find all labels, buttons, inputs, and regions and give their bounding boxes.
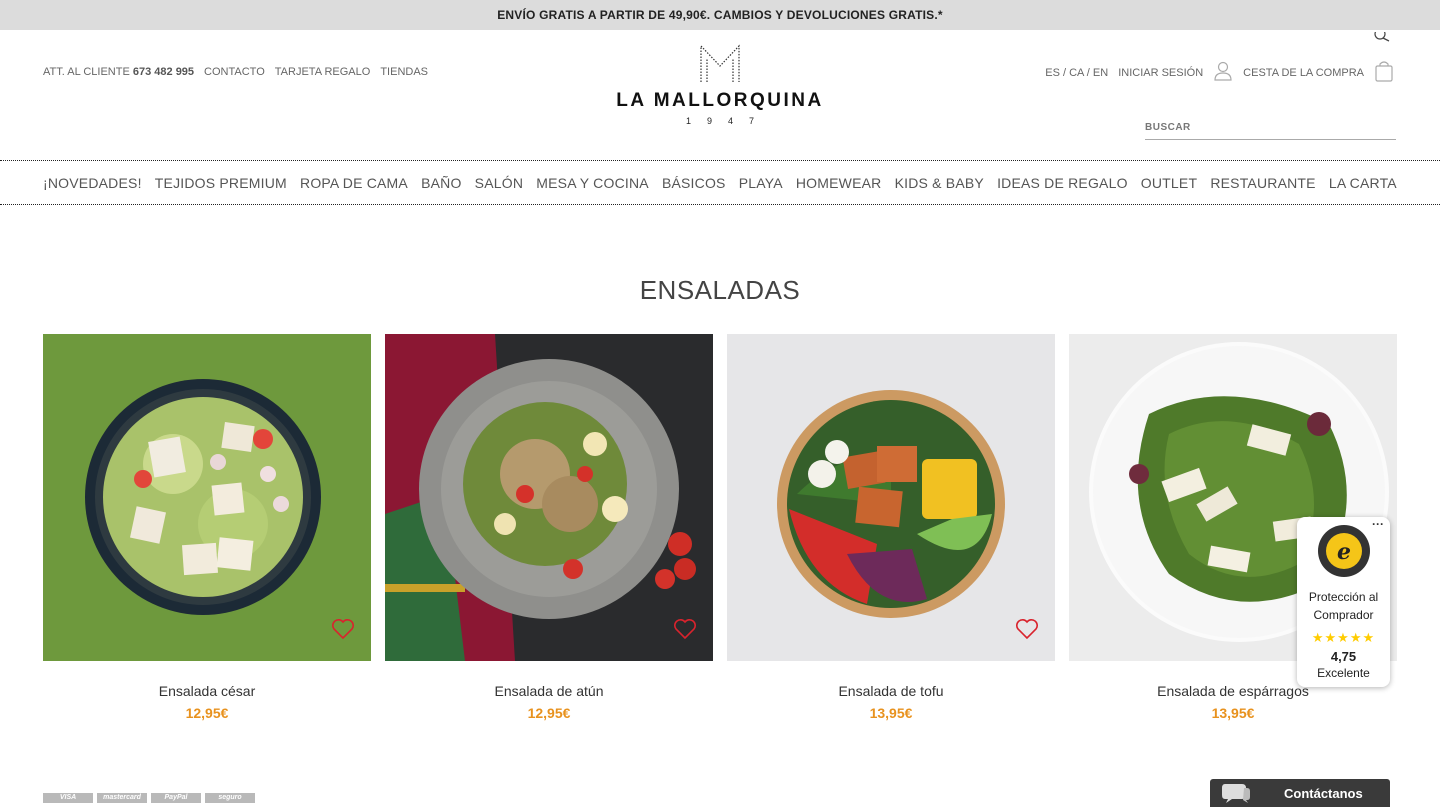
site-logo[interactable]: LA MALLORQUINA 1947 (600, 44, 840, 136)
trust-label: Protección al Comprador (1308, 590, 1379, 622)
nav-item-tejidos-premium[interactable]: TEJIDOS PREMIUM (155, 175, 287, 191)
nav-item-kids-baby[interactable]: KIDS & BABY (895, 175, 984, 191)
language-selector[interactable]: ES / CA / EN (1045, 67, 1108, 79)
rating-stars: ★★★★★ (1311, 630, 1376, 645)
product-price: 13,95€ (869, 705, 913, 721)
promo-text: ENVÍO GRATIS A PARTIR DE 49,90€. CAMBIOS… (497, 8, 943, 22)
cart-link[interactable]: CESTA DE LA COMPRA (1243, 67, 1364, 79)
product-card[interactable]: Ensalada de tofu 13,95€ (727, 334, 1055, 721)
nav-item-ideas-de-regalo[interactable]: IDEAS DE REGALO (997, 175, 1128, 191)
page-title: ENSALADAS (639, 275, 801, 305)
nav-item-novedades[interactable]: ¡NOVEDADES! (43, 175, 142, 191)
product-price: 13,95€ (1211, 705, 1255, 721)
payment-methods: VISA mastercard PayPal seguro (43, 793, 255, 803)
product-price: 12,95€ (527, 705, 571, 721)
rating-label: Excelente (1317, 666, 1370, 680)
magnifier-icon[interactable] (1372, 28, 1390, 49)
customer-service-label: ATT. AL CLIENTE (43, 66, 130, 78)
customer-service: ATT. AL CLIENTE 673 482 995 (43, 66, 194, 78)
product-grid: Ensalada césar 12,95€ Ensalada de atún 1… (43, 334, 1397, 721)
login-link[interactable]: INICIAR SESIÓN (1118, 67, 1203, 79)
secure-logo: seguro (205, 793, 255, 803)
user-icon[interactable] (1213, 61, 1233, 84)
search-input[interactable] (1145, 122, 1396, 133)
logo-monogram-icon (700, 44, 740, 82)
mastercard-logo: mastercard (97, 793, 147, 803)
logo-year: 1947 (685, 116, 771, 126)
search-box (1145, 116, 1396, 140)
product-name[interactable]: Ensalada césar (43, 683, 371, 699)
svg-text:e: e (1337, 539, 1351, 565)
product-image[interactable] (727, 334, 1055, 661)
more-options-icon[interactable]: ··· (1372, 517, 1384, 531)
product-name[interactable]: Ensalada de tofu (727, 683, 1055, 699)
promo-bar: ENVÍO GRATIS A PARTIR DE 49,90€. CAMBIOS… (0, 0, 1440, 30)
nav-item-ropa-de-cama[interactable]: ROPA DE CAMA (300, 175, 408, 191)
heart-icon[interactable] (1015, 618, 1039, 645)
nav-item-homewear[interactable]: HOMEWEAR (796, 175, 882, 191)
trusted-shops-widget[interactable]: ··· e Protección al Comprador ★★★★★ 4,75… (1297, 517, 1390, 687)
heart-icon[interactable] (673, 618, 697, 645)
paypal-logo: PayPal (151, 793, 201, 803)
nav-item-restaurante[interactable]: RESTAURANTE (1210, 175, 1315, 191)
rating-score: 4,75 (1330, 649, 1357, 664)
nav-item-bano[interactable]: BAÑO (421, 175, 461, 191)
visa-logo: VISA (43, 793, 93, 803)
product-card[interactable]: Ensalada de atún 12,95€ (385, 334, 713, 721)
shopping-bag-icon[interactable] (1374, 60, 1394, 85)
nav-item-basicos[interactable]: BÁSICOS (662, 175, 726, 191)
product-image[interactable] (385, 334, 713, 661)
utility-left: ATT. AL CLIENTE 673 482 995 CONTACTO TAR… (43, 66, 428, 78)
nav-item-playa[interactable]: PLAYA (739, 175, 783, 191)
nav-item-mesa-y-cocina[interactable]: MESA Y COCINA (536, 175, 649, 191)
product-name[interactable]: Ensalada de atún (385, 683, 713, 699)
trusted-shops-seal-icon: e (1317, 525, 1370, 577)
heart-icon[interactable] (331, 618, 355, 645)
nav-item-la-carta[interactable]: LA CARTA (1329, 175, 1397, 191)
product-price: 12,95€ (185, 705, 229, 721)
main-nav: ¡NOVEDADES! TEJIDOS PREMIUM ROPA DE CAMA… (0, 160, 1440, 205)
product-image[interactable] (43, 334, 371, 661)
nav-item-outlet[interactable]: OUTLET (1141, 175, 1197, 191)
product-card[interactable]: Ensalada césar 12,95€ (43, 334, 371, 721)
contact-label: Contáctanos (1284, 785, 1363, 801)
contact-link[interactable]: CONTACTO (204, 66, 265, 78)
stores-link[interactable]: TIENDAS (380, 66, 428, 78)
gift-card-link[interactable]: TARJETA REGALO (275, 66, 371, 78)
contact-button[interactable]: Contáctanos (1210, 779, 1390, 807)
chat-bubble-icon (1222, 784, 1250, 803)
customer-service-phone[interactable]: 673 482 995 (133, 66, 194, 78)
nav-item-salon[interactable]: SALÓN (475, 175, 523, 191)
utility-right: ES / CA / EN INICIAR SESIÓN CESTA DE LA … (1045, 60, 1394, 85)
logo-name: LA MALLORQUINA (616, 90, 824, 111)
